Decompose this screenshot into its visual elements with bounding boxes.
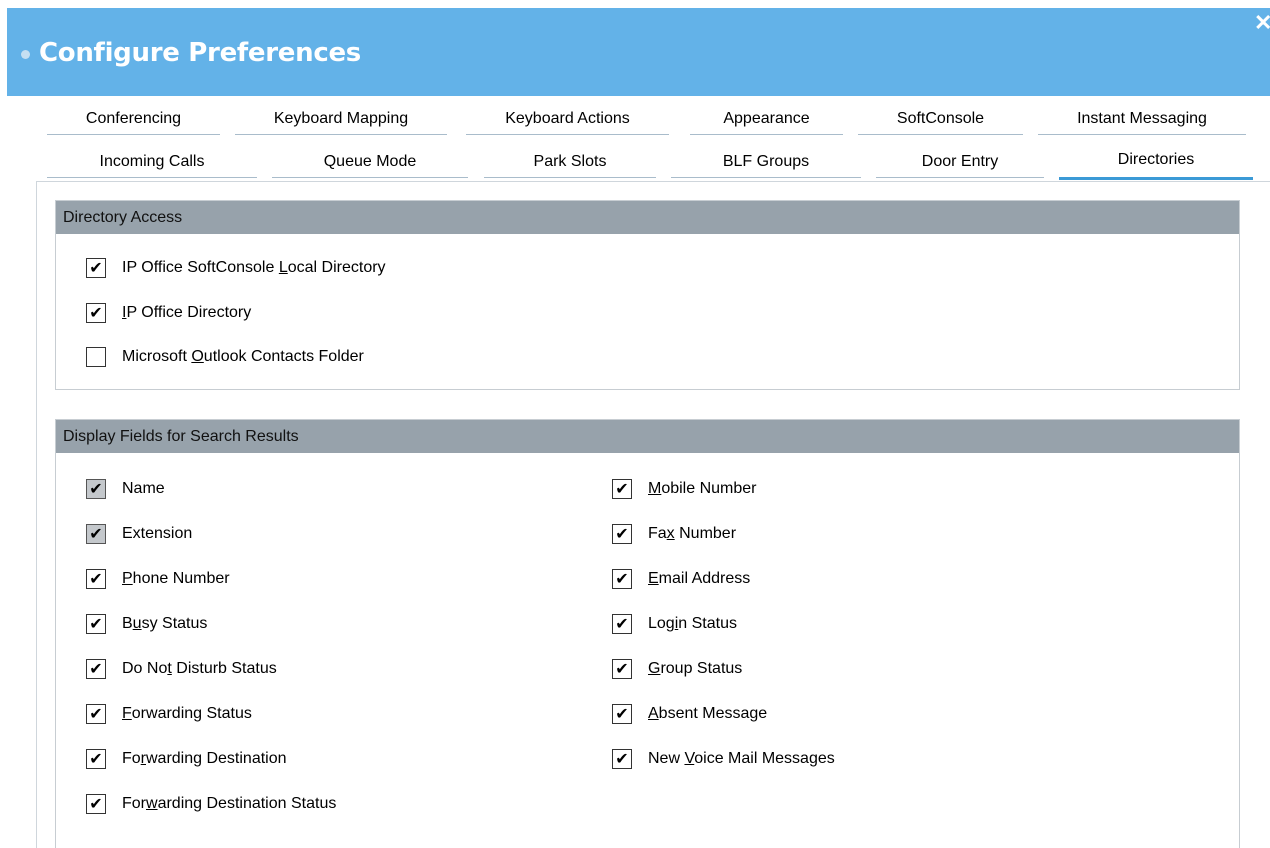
checkbox-extension[interactable]: ✔ Extension xyxy=(86,524,286,548)
check-icon: ✔ xyxy=(86,258,106,278)
checkbox-new-voicemail-messages[interactable]: ✔ New Voice Mail Messages xyxy=(612,749,912,773)
check-icon: ✔ xyxy=(86,794,106,814)
checkbox-label: Forwarding Destination Status xyxy=(122,795,337,812)
tab-incoming-calls[interactable]: Incoming Calls xyxy=(47,144,257,178)
checkbox-label: Absent Message xyxy=(648,705,768,722)
checkbox-label: Microsoft Outlook Contacts Folder xyxy=(122,348,364,365)
checkbox-label: Mobile Number xyxy=(648,480,757,497)
title-bar: Configure Preferences xyxy=(7,8,1270,96)
checkbox-forwarding-status[interactable]: ✔ Forwarding Status xyxy=(86,704,346,728)
tab-softconsole[interactable]: SoftConsole xyxy=(858,101,1023,135)
checkbox-email-address[interactable]: ✔ Email Address xyxy=(612,569,832,593)
tab-conferencing[interactable]: Conferencing xyxy=(47,101,220,135)
checkbox-label: IP Office Directory xyxy=(122,304,252,321)
checkbox-empty xyxy=(86,347,106,367)
checkbox-name[interactable]: ✔ Name xyxy=(86,479,286,503)
checkbox-label: Email Address xyxy=(648,570,751,587)
check-icon: ✔ xyxy=(86,704,106,724)
checkbox-label: Fax Number xyxy=(648,525,737,542)
checkbox-label: Name xyxy=(122,480,165,497)
check-icon: ✔ xyxy=(612,659,632,679)
checkbox-dnd-status[interactable]: ✔ Do Not Disturb Status xyxy=(86,659,346,683)
checkbox-phone-number[interactable]: ✔ Phone Number xyxy=(86,569,306,593)
checkbox-absent-message[interactable]: ✔ Absent Message xyxy=(612,704,832,728)
check-icon: ✔ xyxy=(86,659,106,679)
check-icon: ✔ xyxy=(612,704,632,724)
checkbox-label: New Voice Mail Messages xyxy=(648,750,835,767)
checkbox-outlook-contacts[interactable]: Microsoft Outlook Contacts Folder xyxy=(86,347,466,371)
check-icon: ✔ xyxy=(86,303,106,323)
close-button[interactable]: ✕ xyxy=(1254,12,1270,34)
tab-appearance[interactable]: Appearance xyxy=(690,101,843,135)
checkbox-local-directory[interactable]: ✔ IP Office SoftConsole Local Directory xyxy=(86,258,486,282)
check-icon: ✔ xyxy=(86,479,106,499)
checkbox-label: Phone Number xyxy=(122,570,230,587)
window-title: Configure Preferences xyxy=(39,38,361,68)
tab-park-slots[interactable]: Park Slots xyxy=(484,144,656,178)
display-fields-group: Display Fields for Search Results ✔ Name… xyxy=(55,419,1240,848)
checkbox-label: Forwarding Status xyxy=(122,705,252,722)
tab-keyboard-mapping[interactable]: Keyboard Mapping xyxy=(235,101,447,135)
checkbox-label: Group Status xyxy=(648,660,743,677)
tab-directories[interactable]: Directories xyxy=(1059,142,1253,180)
display-fields-header: Display Fields for Search Results xyxy=(56,420,1239,453)
checkbox-label: Do Not Disturb Status xyxy=(122,660,277,677)
checkbox-ip-office-directory[interactable]: ✔ IP Office Directory xyxy=(86,303,346,327)
check-icon: ✔ xyxy=(86,749,106,769)
checkbox-busy-status[interactable]: ✔ Busy Status xyxy=(86,614,306,638)
tab-blf-groups[interactable]: BLF Groups xyxy=(671,144,861,178)
checkbox-forwarding-destination[interactable]: ✔ Forwarding Destination xyxy=(86,749,366,773)
check-icon: ✔ xyxy=(612,569,632,589)
tab-queue-mode[interactable]: Queue Mode xyxy=(272,144,468,178)
tab-instant-messaging[interactable]: Instant Messaging xyxy=(1038,101,1246,135)
checkbox-label: Busy Status xyxy=(122,615,208,632)
check-icon: ✔ xyxy=(612,749,632,769)
checkbox-mobile-number[interactable]: ✔ Mobile Number xyxy=(612,479,832,503)
tab-door-entry[interactable]: Door Entry xyxy=(876,144,1044,178)
checkbox-group-status[interactable]: ✔ Group Status xyxy=(612,659,832,683)
checkbox-label: Extension xyxy=(122,525,193,542)
checkbox-label: Forwarding Destination xyxy=(122,750,287,767)
title-bullet-icon xyxy=(21,50,30,59)
check-icon: ✔ xyxy=(86,569,106,589)
check-icon: ✔ xyxy=(86,524,106,544)
checkbox-forwarding-destination-status[interactable]: ✔ Forwarding Destination Status xyxy=(86,794,416,818)
directory-access-header: Directory Access xyxy=(56,201,1239,234)
tab-keyboard-actions[interactable]: Keyboard Actions xyxy=(466,101,669,135)
check-icon: ✔ xyxy=(612,479,632,499)
checkbox-label: Login Status xyxy=(648,615,737,632)
check-icon: ✔ xyxy=(612,524,632,544)
checkbox-fax-number[interactable]: ✔ Fax Number xyxy=(612,524,832,548)
directory-access-group: Directory Access ✔ IP Office SoftConsole… xyxy=(55,200,1240,390)
checkbox-login-status[interactable]: ✔ Login Status xyxy=(612,614,832,638)
check-icon: ✔ xyxy=(612,614,632,634)
checkbox-label: IP Office SoftConsole Local Directory xyxy=(122,259,386,276)
check-icon: ✔ xyxy=(86,614,106,634)
